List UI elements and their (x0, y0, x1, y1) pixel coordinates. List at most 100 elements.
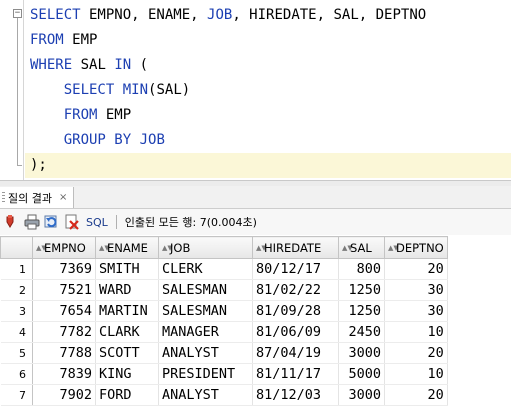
row-number-header (0, 236, 33, 259)
cell-job[interactable]: ANALYST (158, 384, 253, 406)
cell-ename[interactable]: SMITH (95, 258, 159, 280)
code-line[interactable]: ); (25, 153, 511, 178)
sql-text: SAL (72, 57, 115, 73)
cell-empno[interactable]: 7521 (32, 279, 96, 301)
cell-hiredate[interactable]: 80/12/17 (252, 258, 339, 280)
table-row[interactable]: 2 7521 WARD SALESMAN 81/02/22 1250 30 (0, 279, 448, 301)
cell-hiredate[interactable]: 81/06/09 (252, 321, 339, 343)
cell-deptno[interactable]: 20 (384, 342, 448, 364)
cell-deptno[interactable]: 30 (384, 279, 448, 301)
cell-ename[interactable]: SCOTT (95, 342, 159, 364)
table-row[interactable]: 4 7782 CLARK MANAGER 81/06/09 2450 10 (0, 321, 448, 343)
gutter-divider (23, 0, 24, 180)
code-line[interactable]: GROUP BY JOB (30, 128, 511, 153)
sql-link[interactable]: SQL (86, 216, 108, 229)
column-header-hiredate[interactable]: ▲▼HIREDATE (252, 236, 339, 259)
table-row[interactable]: 1 7369 SMITH CLERK 80/12/17 800 20 (0, 258, 448, 280)
cell-job[interactable]: SALESMAN (158, 300, 253, 322)
cell-hiredate[interactable]: 87/04/19 (252, 342, 339, 364)
code-area[interactable]: SELECT EMPNO, ENAME, JOB, HIREDATE, SAL,… (25, 3, 511, 178)
fold-guide-line (17, 18, 18, 166)
cell-deptno[interactable]: 10 (384, 363, 448, 385)
cell-ename[interactable]: MARTIN (95, 300, 159, 322)
table-row[interactable]: 6 7839 KING PRESIDENT 81/11/17 5000 10 (0, 363, 448, 385)
results-toolbar: SQL 인출된 모든 행: 7(0.004초) (0, 209, 511, 235)
sql-text: EMP (63, 32, 98, 48)
sql-keyword: WHERE (30, 57, 73, 73)
sql-keyword: JOB (207, 7, 233, 23)
table-row[interactable]: 5 7788 SCOTT ANALYST 87/04/19 3000 20 (0, 342, 448, 364)
cell-sal[interactable]: 3000 (338, 384, 385, 406)
sql-keyword: MIN (122, 82, 149, 98)
code-line[interactable]: SELECT EMPNO, ENAME, JOB, HIREDATE, SAL,… (30, 3, 511, 28)
cell-empno[interactable]: 7902 (32, 384, 96, 406)
cell-empno[interactable]: 7369 (32, 258, 96, 280)
cell-sal[interactable]: 5000 (338, 363, 385, 385)
results-grid[interactable]: ▲▼EMPNO ▲▼ENAME ▲▼JOB ▲▼HIREDATE ▲▼SAL ▲▼DEPT… (0, 236, 511, 407)
code-line[interactable]: FROM EMP (30, 103, 511, 128)
cell-ename[interactable]: KING (95, 363, 159, 385)
pin-icon[interactable] (4, 214, 20, 230)
cell-sal[interactable]: 1250 (338, 300, 385, 322)
column-header-label: JOB (170, 240, 191, 255)
column-header-label: ENAME (107, 240, 148, 255)
cell-hiredate[interactable]: 81/11/17 (252, 363, 339, 385)
sort-icon[interactable]: ▲▼ (342, 244, 353, 251)
close-icon[interactable]: × (59, 192, 67, 203)
cell-job[interactable]: ANALYST (158, 342, 253, 364)
sql-text: , HIREDATE, SAL, DEPTNO (232, 7, 427, 23)
column-header-deptno[interactable]: ▲▼DEPTNO (384, 236, 448, 259)
code-line[interactable]: WHERE SAL IN ( (30, 53, 511, 78)
cell-empno[interactable]: 7839 (32, 363, 96, 385)
cell-deptno[interactable]: 20 (384, 258, 448, 280)
sql-editor[interactable]: − SELECT EMPNO, ENAME, JOB, HIREDATE, SA… (0, 0, 511, 180)
cell-job[interactable]: PRESIDENT (158, 363, 253, 385)
export-icon[interactable] (64, 214, 80, 230)
cell-hiredate[interactable]: 81/02/22 (252, 279, 339, 301)
cell-empno[interactable]: 7788 (32, 342, 96, 364)
cell-job[interactable]: SALESMAN (158, 279, 253, 301)
sql-text: EMP (97, 107, 132, 123)
fold-toggle-icon[interactable]: − (13, 9, 22, 18)
print-icon[interactable] (24, 214, 40, 230)
cell-ename[interactable]: CLARK (95, 321, 159, 343)
cell-sal[interactable]: 2450 (338, 321, 385, 343)
sql-text: (SAL) (148, 82, 191, 98)
column-header-label: SAL (350, 240, 372, 255)
cell-deptno[interactable]: 20 (384, 384, 448, 406)
column-header-sal[interactable]: ▲▼SAL (338, 236, 385, 259)
column-header-ename[interactable]: ▲▼ENAME (95, 236, 159, 259)
cell-deptno[interactable]: 10 (384, 321, 448, 343)
code-line[interactable]: SELECT MIN(SAL) (30, 78, 511, 103)
table-row[interactable]: 3 7654 MARTIN SALESMAN 81/09/28 1250 30 (0, 300, 448, 322)
column-header-empno[interactable]: ▲▼EMPNO (32, 236, 96, 259)
table-row[interactable]: 7 7902 FORD ANALYST 81/12/03 3000 20 (0, 384, 448, 406)
sort-icon[interactable]: ▲▼ (256, 244, 267, 251)
cell-job[interactable]: CLERK (158, 258, 253, 280)
sort-icon[interactable]: ▲▼ (162, 244, 173, 251)
cell-ename[interactable]: FORD (95, 384, 159, 406)
code-line[interactable]: FROM EMP (30, 28, 511, 53)
refresh-icon[interactable] (44, 214, 60, 230)
sort-icon[interactable]: ▲▼ (388, 244, 399, 251)
tab-query-result[interactable]: 질의 결과 × (0, 187, 75, 208)
cell-deptno[interactable]: 30 (384, 300, 448, 322)
column-header-job[interactable]: ▲▼JOB (158, 236, 253, 259)
tab-query-result-label: 질의 결과 (8, 191, 52, 205)
sort-icon[interactable]: ▲▼ (99, 244, 110, 251)
cell-empno[interactable]: 7782 (32, 321, 96, 343)
cell-hiredate[interactable]: 81/09/28 (252, 300, 339, 322)
sort-icon[interactable]: ▲▼ (36, 244, 47, 251)
cell-empno[interactable]: 7654 (32, 300, 96, 322)
cell-ename[interactable]: WARD (95, 279, 159, 301)
cell-sal[interactable]: 1250 (338, 279, 385, 301)
cell-sal[interactable]: 800 (338, 258, 385, 280)
cell-sal[interactable]: 3000 (338, 342, 385, 364)
cell-hiredate[interactable]: 81/12/03 (252, 384, 339, 406)
cell-job[interactable]: MANAGER (158, 321, 253, 343)
sql-text: EMPNO, ENAME, (80, 7, 208, 23)
grid-header-row: ▲▼EMPNO ▲▼ENAME ▲▼JOB ▲▼HIREDATE ▲▼SAL ▲▼DEPT… (0, 236, 448, 259)
sql-keyword: GROUP BY (63, 132, 132, 148)
